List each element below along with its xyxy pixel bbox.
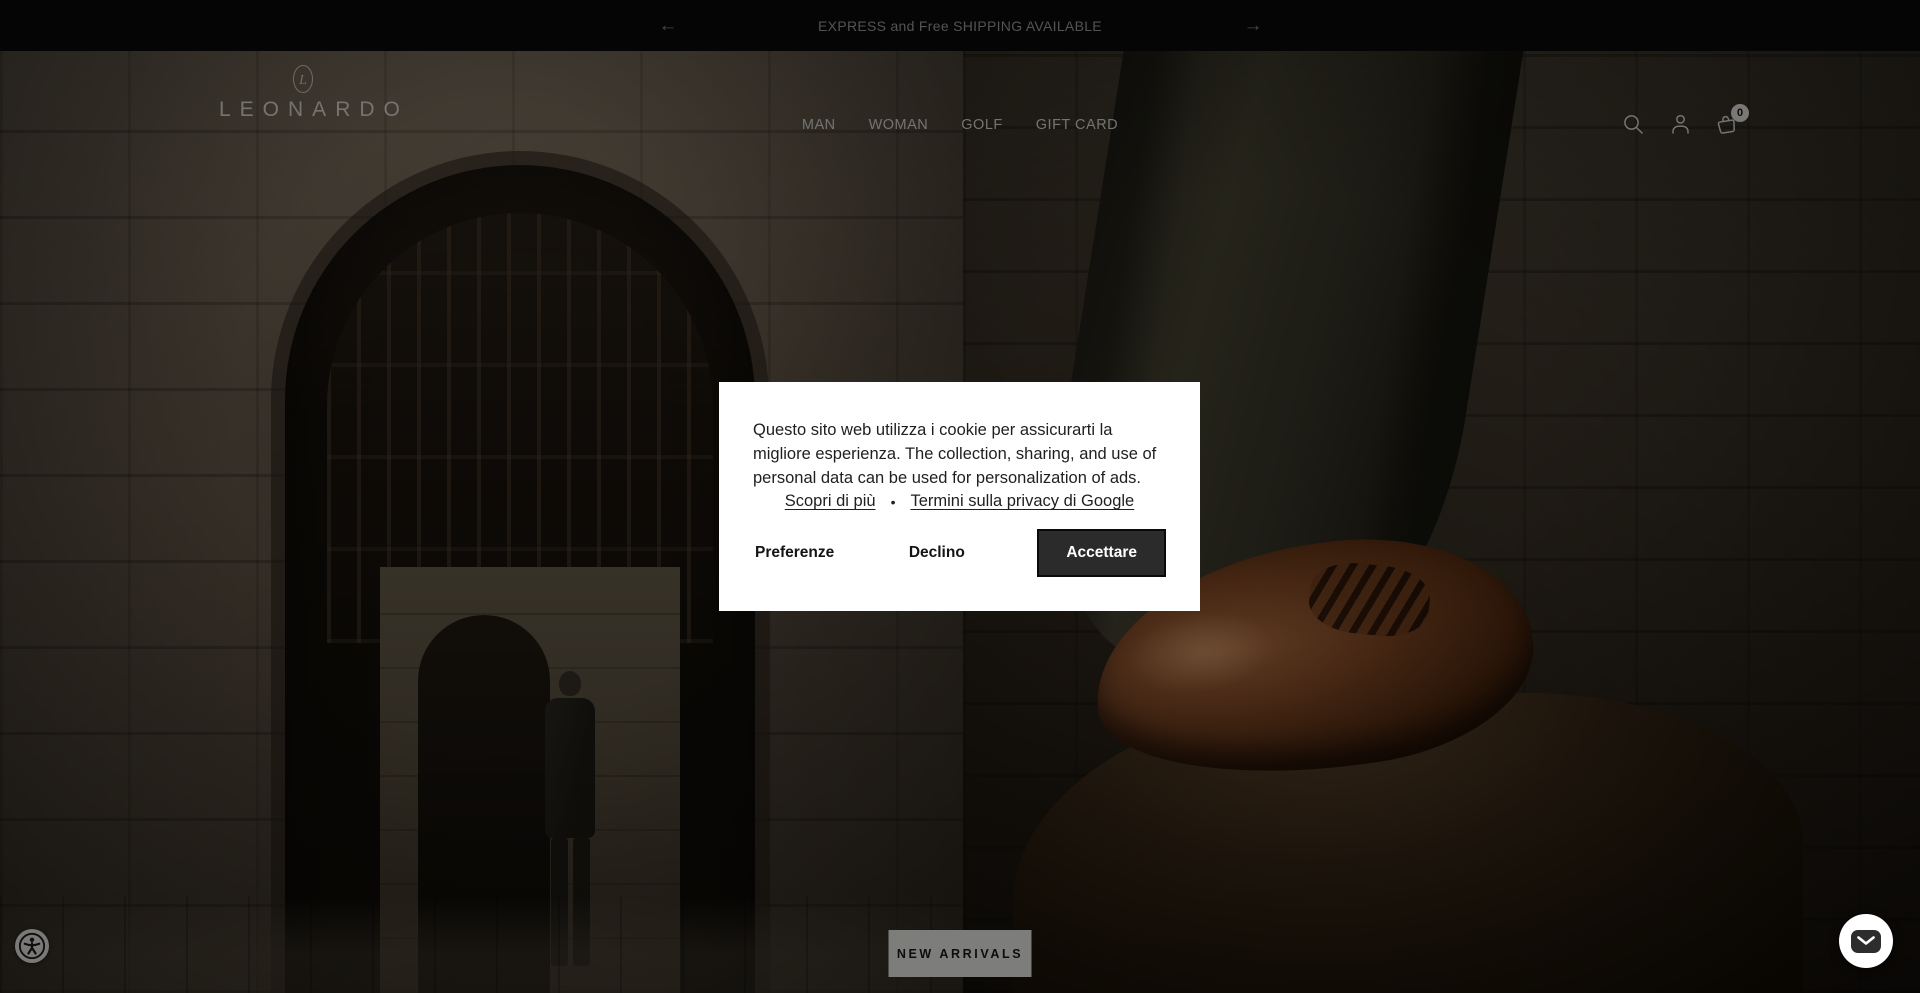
learn-more-link[interactable]: Scopri di più bbox=[785, 492, 876, 511]
links-separator: • bbox=[891, 494, 896, 510]
cookie-message: Questo sito web utilizza i cookie per as… bbox=[753, 418, 1166, 490]
cookie-consent-dialog: Questo sito web utilizza i cookie per as… bbox=[719, 382, 1200, 611]
cookie-actions: Preferenze Declino Accettare bbox=[753, 529, 1166, 577]
cookie-links: Scopri di più • Termini sulla privacy di… bbox=[753, 492, 1166, 511]
preferences-button[interactable]: Preferenze bbox=[753, 532, 836, 574]
chat-envelope-icon bbox=[1850, 929, 1882, 954]
google-privacy-link[interactable]: Termini sulla privacy di Google bbox=[910, 492, 1134, 511]
page: ← EXPRESS and Free SHIPPING AVAILABLE → … bbox=[0, 0, 1920, 993]
accept-button[interactable]: Accettare bbox=[1037, 529, 1166, 577]
chat-widget-button[interactable] bbox=[1839, 914, 1893, 968]
decline-button[interactable]: Declino bbox=[907, 532, 967, 574]
